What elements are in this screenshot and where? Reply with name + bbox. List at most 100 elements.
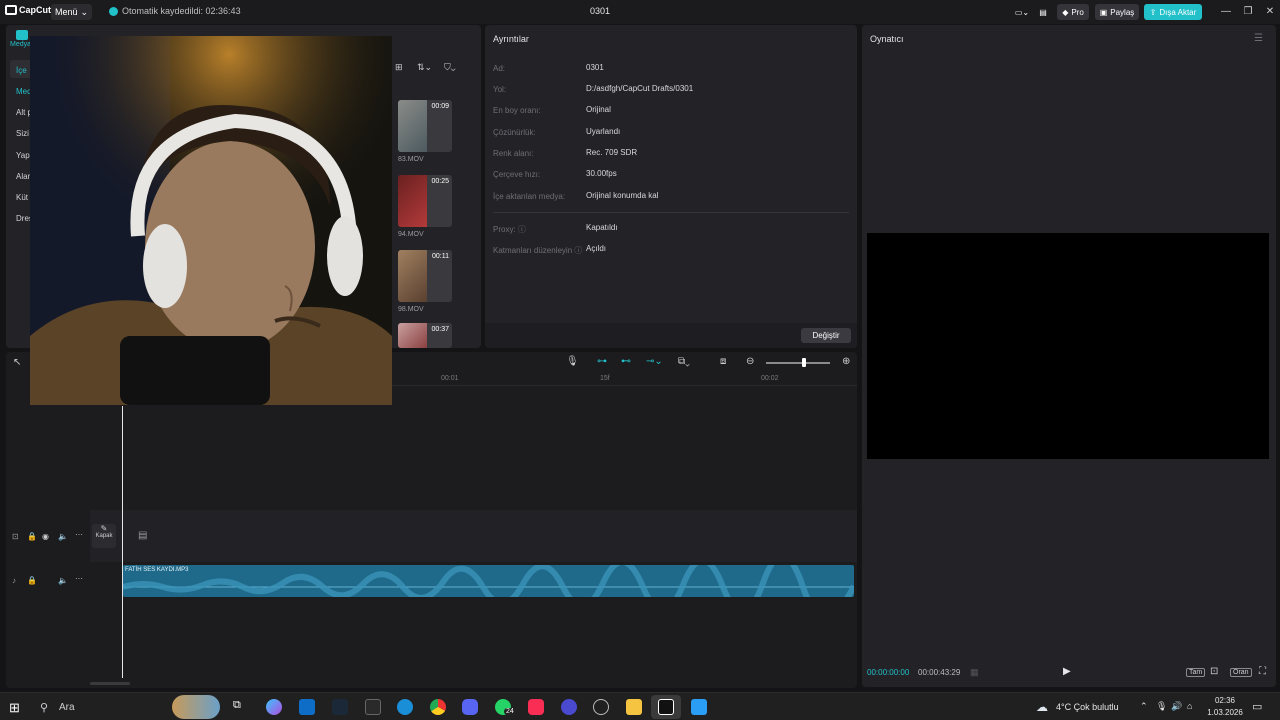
whatsapp-icon[interactable]: 24 (495, 699, 516, 715)
hamburger-menu-icon[interactable]: ☰ (1254, 33, 1263, 44)
menu-button[interactable]: Menü ⌄ (51, 4, 92, 20)
microphone-icon[interactable]: 🎙 (566, 356, 579, 367)
export-label: Dışa Aktar (1159, 7, 1197, 17)
video-preview[interactable] (867, 233, 1269, 459)
zoom-fit-icon[interactable]: ⊡ (1210, 666, 1218, 677)
clock-time[interactable]: 02:36 (1206, 696, 1244, 705)
eye-icon[interactable]: ◉ (42, 532, 49, 541)
grid-view-icon[interactable]: ⊞ (395, 62, 403, 73)
chrome-icon[interactable] (430, 699, 446, 715)
detail-value: Kapatıldı (586, 223, 618, 232)
share-button[interactable]: ▣ Paylaş (1095, 4, 1139, 20)
audio-track-icon[interactable]: ♪ (12, 576, 16, 585)
speaker-icon[interactable]: 🔈 (58, 576, 68, 585)
sidebar-item-4[interactable]: Sizi (16, 129, 29, 138)
zoom-slider[interactable] (766, 362, 830, 364)
media-clip[interactable]: 00:37 (398, 323, 452, 348)
clip-duration: 00:11 (432, 253, 449, 260)
sort-icon[interactable]: ⇅⌄ (417, 62, 432, 73)
weather-text[interactable]: 4°C Çok bulutlu (1056, 702, 1119, 712)
zoom-out-icon[interactable]: ⊖ (746, 356, 754, 367)
outlook-icon[interactable] (299, 699, 315, 715)
horizontal-scrollbar[interactable] (90, 682, 130, 685)
ratio-button[interactable]: Oran (1230, 668, 1252, 677)
taskbar-search[interactable]: Ara (59, 702, 75, 713)
detail-value: Açıldı (586, 244, 607, 253)
capcut-taskbar-icon[interactable] (658, 699, 674, 715)
audio-clip[interactable]: FATİH SES KAYDI.MP3 (123, 565, 854, 597)
zoom-slider-handle[interactable] (802, 358, 806, 367)
sidebar-item-5[interactable]: Yap (16, 151, 30, 160)
more-icon[interactable]: ··· (75, 574, 83, 583)
steam-icon[interactable] (332, 699, 348, 715)
windows-start-icon[interactable]: ⊞ (9, 700, 20, 716)
export-button[interactable]: ⇪ Dışa Aktar (1144, 4, 1202, 20)
copilot-icon[interactable] (266, 699, 282, 715)
picture-in-picture-icon[interactable]: ⧈ (720, 356, 726, 367)
details-panel: Ayrıntılar Ad: 0301 Yol: D:/asdfgh/CapCu… (485, 25, 857, 348)
detail-label: Çerçeve hızı: (493, 170, 541, 179)
timecode-grid-icon[interactable]: ▦ (970, 667, 979, 678)
detail-label: Katmanları düzenleyin ⓘ (493, 245, 582, 256)
cover-button[interactable]: ✎ Kapak (92, 524, 116, 548)
clip-thumbnail (398, 175, 427, 227)
preview-axis-icon[interactable]: ⧉⌄ (678, 356, 690, 367)
epic-games-icon[interactable] (365, 699, 381, 715)
select-cursor-icon[interactable]: ↖ (13, 357, 21, 368)
search-highlight-image[interactable] (172, 695, 220, 719)
play-icon[interactable]: ▶ (1063, 666, 1071, 677)
detail-label: Çözünürlük: (493, 128, 536, 137)
tab-media[interactable]: Medya (10, 41, 31, 48)
speaker-icon[interactable]: 🔈 (58, 532, 68, 541)
chevron-up-icon[interactable]: ⌃ (1140, 701, 1148, 712)
media-clip[interactable]: 00:09 (398, 100, 452, 152)
linkage-icon[interactable]: ⊸⌄ (646, 356, 663, 367)
photos-icon[interactable] (691, 699, 707, 715)
sidebar-item-6[interactable]: Alar (16, 172, 30, 181)
minimize-icon[interactable]: — (1219, 5, 1233, 19)
auto-snap-icon[interactable]: ⊷ (621, 356, 631, 367)
clock-date[interactable]: 1.03.2026 (1203, 708, 1247, 717)
task-view-icon[interactable]: ⧉ (233, 699, 249, 715)
lock-icon[interactable]: 🔒 (27, 532, 37, 541)
app-icon-circle[interactable] (561, 699, 577, 715)
app-icon-outline[interactable] (593, 699, 609, 715)
pro-button[interactable]: ◆ Pro (1057, 4, 1089, 20)
shortcut-icon[interactable]: ▤ (1036, 4, 1050, 20)
network-icon[interactable]: ⌂ (1187, 701, 1192, 711)
clip-duration: 00:37 (431, 326, 449, 333)
close-icon[interactable]: ✕ (1263, 5, 1277, 19)
more-icon[interactable]: ··· (75, 530, 83, 539)
file-explorer-icon[interactable] (626, 699, 642, 715)
discord-icon[interactable] (462, 699, 478, 715)
lock-icon[interactable]: 🔒 (27, 576, 37, 585)
volume-icon[interactable]: 🔊 (1171, 701, 1182, 712)
media-clip[interactable]: 00:25 (398, 175, 452, 227)
full-quality-button[interactable]: Tam (1186, 668, 1206, 677)
fullscreen-icon[interactable]: ⛶ (1259, 666, 1266, 677)
edge-icon[interactable] (397, 699, 413, 715)
restore-icon[interactable]: ❐ (1241, 5, 1255, 19)
autosave-text: Otomatik kaydedildi: 02:36:43 (122, 6, 241, 16)
media-tab-icon[interactable] (16, 30, 28, 40)
main-track-magnet-icon[interactable]: ⊶ (597, 356, 607, 367)
sidebar-item-import[interactable]: İçe (16, 66, 27, 75)
change-button[interactable]: Değiştir (801, 328, 851, 343)
track-cover-icon[interactable]: ⊡ (12, 532, 19, 541)
zoom-in-icon[interactable]: ⊕ (842, 356, 850, 367)
video-track[interactable] (90, 510, 857, 562)
media-clip[interactable]: 00:11 (398, 250, 452, 302)
sidebar-item-7[interactable]: Küt (16, 193, 28, 202)
filter-icon[interactable]: ⛉⌄ (444, 62, 456, 73)
layout-icon[interactable]: ▭⌄ (1010, 4, 1034, 20)
search-icon[interactable]: ⚲ (40, 701, 48, 714)
microphone-tray-icon[interactable]: 🎙 (1156, 701, 1167, 712)
total-time: 00:00:43:29 (918, 668, 961, 677)
diamond-icon: ◆ (1062, 7, 1069, 17)
notification-icon[interactable]: ▭ (1252, 700, 1262, 713)
ruler-tick-label: 00:01 (441, 375, 459, 382)
clip-name: 83.MOV (398, 156, 424, 163)
detail-value: Orijinal (586, 105, 611, 114)
playhead[interactable] (122, 406, 123, 678)
music-icon[interactable] (528, 699, 544, 715)
